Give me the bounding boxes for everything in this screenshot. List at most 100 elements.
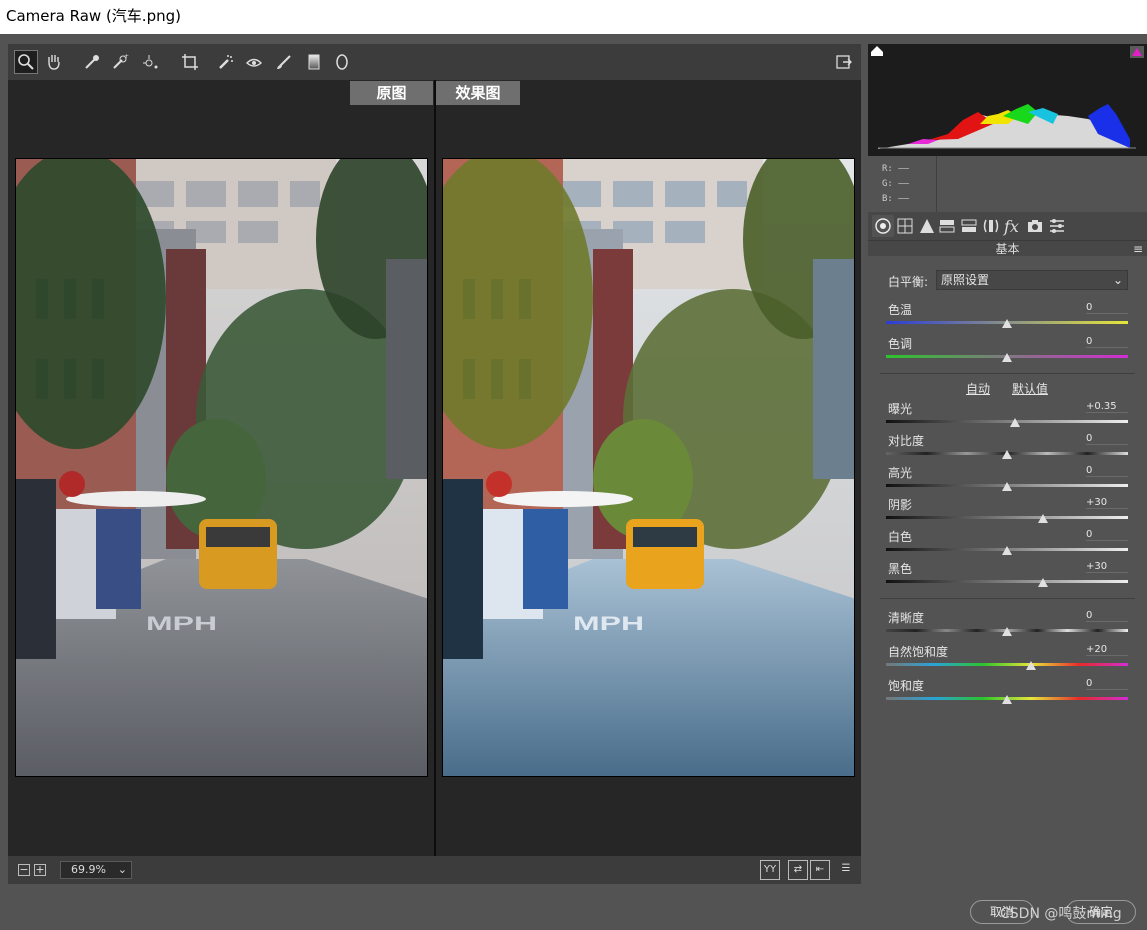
exposure-slider[interactable] bbox=[886, 420, 1128, 423]
r-label: R: bbox=[882, 164, 893, 174]
contrast-label: 对比度 bbox=[888, 434, 925, 448]
highlights-slider-handle[interactable] bbox=[1002, 482, 1012, 491]
shadows-slider[interactable] bbox=[886, 516, 1128, 519]
white-balance-value: 原照设置 bbox=[941, 273, 990, 287]
chevron-down-icon: ⌄ bbox=[1112, 273, 1123, 287]
adjustment-brush-icon[interactable] bbox=[272, 50, 296, 74]
targeted-adjustment-tool-icon[interactable] bbox=[138, 50, 162, 74]
shadows-value[interactable]: +30 bbox=[1086, 497, 1128, 509]
histogram bbox=[868, 44, 1147, 156]
detail-icon[interactable] bbox=[918, 217, 936, 235]
tint-slider-handle[interactable] bbox=[1002, 353, 1012, 362]
blacks-value[interactable]: +30 bbox=[1086, 561, 1128, 573]
exposure-label: 曝光 bbox=[888, 402, 913, 416]
white-balance-tool-icon[interactable] bbox=[80, 50, 104, 74]
saturation-label: 饱和度 bbox=[888, 679, 925, 693]
exposure-slider-handle[interactable] bbox=[1010, 418, 1021, 427]
red-eye-tool-icon[interactable] bbox=[242, 50, 266, 74]
panel-title-text: 基本 bbox=[995, 242, 1020, 256]
radial-filter-icon[interactable] bbox=[330, 50, 354, 74]
effects-icon[interactable]: fx bbox=[1004, 217, 1022, 236]
camera-calibration-icon[interactable] bbox=[1026, 217, 1044, 235]
vibrance-value[interactable]: +20 bbox=[1086, 644, 1128, 656]
tint-value[interactable]: 0 bbox=[1086, 336, 1128, 348]
before-street-image: MPH bbox=[16, 159, 427, 776]
highlights-value[interactable]: 0 bbox=[1086, 465, 1128, 477]
saturation-slider-handle[interactable] bbox=[1002, 695, 1012, 704]
default-link[interactable]: 默认值 bbox=[1012, 380, 1048, 397]
divider bbox=[880, 598, 1135, 599]
white-balance-label: 白平衡: bbox=[888, 275, 929, 289]
preview-bottom-bar: − + 69.9% ⌄ YY ⇄ ⇤ ☰ bbox=[8, 856, 861, 884]
g-label: G: bbox=[882, 179, 893, 189]
chevron-down-icon: ⌄ bbox=[117, 863, 127, 876]
view-divider bbox=[434, 80, 436, 856]
color-sampler-tool-icon[interactable]: + bbox=[108, 50, 132, 74]
zoom-tool-icon[interactable] bbox=[14, 50, 38, 74]
lens-corrections-icon[interactable] bbox=[982, 217, 1000, 235]
hsl-icon[interactable] bbox=[938, 217, 956, 235]
after-street-image: MPH bbox=[443, 159, 854, 776]
temperature-value[interactable]: 0 bbox=[1086, 302, 1128, 314]
clarity-slider-handle[interactable] bbox=[1002, 627, 1012, 636]
basic-panel: 白平衡: 原照设置 ⌄ 色温 0 色调 0 自动 默认值 曝光 +0.35 对比… bbox=[868, 256, 1147, 884]
exposure-value[interactable]: +0.35 bbox=[1086, 401, 1128, 413]
b-label: B: bbox=[882, 194, 893, 204]
window-title: Camera Raw (汽车.png) bbox=[0, 0, 1147, 34]
whites-slider-handle[interactable] bbox=[1002, 546, 1012, 555]
zoom-in-button[interactable]: + bbox=[34, 864, 46, 876]
hand-tool-icon[interactable] bbox=[42, 50, 66, 74]
panel-tab-bar: fx bbox=[868, 212, 1147, 240]
svg-text:MPH: MPH bbox=[573, 613, 644, 635]
white-balance-select[interactable]: 原照设置 ⌄ bbox=[936, 270, 1128, 290]
whites-value[interactable]: 0 bbox=[1086, 529, 1128, 541]
watermark: CSDN @鸣鼓ming bbox=[1000, 906, 1122, 922]
blacks-slider[interactable] bbox=[886, 580, 1128, 583]
graduated-filter-icon[interactable] bbox=[302, 50, 326, 74]
swap-before-after-icon[interactable]: ⇄ bbox=[788, 860, 808, 880]
tint-label: 色调 bbox=[888, 337, 913, 351]
auto-link[interactable]: 自动 bbox=[966, 380, 990, 397]
temperature-slider-handle[interactable] bbox=[1002, 319, 1012, 328]
contrast-value[interactable]: 0 bbox=[1086, 433, 1128, 445]
vibrance-slider[interactable] bbox=[886, 663, 1128, 666]
contrast-slider-handle[interactable] bbox=[1002, 450, 1012, 459]
crop-tool-icon[interactable] bbox=[178, 50, 202, 74]
view-mode-toggle-icon[interactable]: YY bbox=[760, 860, 780, 880]
blacks-label: 黑色 bbox=[888, 562, 913, 576]
highlights-label: 高光 bbox=[888, 466, 913, 480]
spot-removal-tool-icon[interactable] bbox=[214, 50, 238, 74]
panel-title: 基本 ≡ bbox=[868, 240, 1147, 256]
copy-settings-icon[interactable]: ⇤ bbox=[810, 860, 830, 880]
b-value: —— bbox=[898, 194, 910, 204]
saturation-value[interactable]: 0 bbox=[1086, 678, 1128, 690]
clarity-value[interactable]: 0 bbox=[1086, 610, 1128, 622]
zoom-out-button[interactable]: − bbox=[18, 864, 30, 876]
presets-icon[interactable] bbox=[1048, 217, 1066, 235]
after-photo: MPH bbox=[442, 158, 855, 777]
svg-text:MPH: MPH bbox=[146, 613, 217, 635]
zoom-level-select[interactable]: 69.9% ⌄ bbox=[60, 861, 132, 879]
split-toning-icon[interactable] bbox=[960, 217, 978, 235]
panel-menu-icon[interactable]: ≡ bbox=[1133, 241, 1143, 257]
vibrance-label: 自然饱和度 bbox=[888, 645, 949, 659]
zoom-level-value: 69.9% bbox=[71, 863, 106, 876]
before-photo: MPH bbox=[15, 158, 428, 777]
preview-preferences-icon[interactable]: ☰ bbox=[836, 860, 856, 880]
shadows-slider-handle[interactable] bbox=[1038, 514, 1049, 523]
vibrance-slider-handle[interactable] bbox=[1026, 661, 1037, 670]
whites-label: 白色 bbox=[888, 530, 913, 544]
blacks-slider-handle[interactable] bbox=[1038, 578, 1049, 587]
shadows-label: 阴影 bbox=[888, 498, 913, 512]
basic-panel-icon[interactable] bbox=[872, 215, 894, 237]
clarity-label: 清晰度 bbox=[888, 611, 925, 625]
fullscreen-toggle-icon[interactable] bbox=[832, 50, 856, 74]
divider bbox=[880, 373, 1135, 374]
r-value: —— bbox=[898, 164, 910, 174]
before-view-label: 原图 bbox=[350, 81, 433, 105]
svg-text:+: + bbox=[124, 53, 129, 60]
temperature-label: 色温 bbox=[888, 303, 913, 317]
g-value: —— bbox=[898, 179, 910, 189]
tone-curve-icon[interactable] bbox=[896, 217, 914, 235]
rgb-readout: R: —— G: —— B: —— bbox=[868, 156, 1147, 212]
